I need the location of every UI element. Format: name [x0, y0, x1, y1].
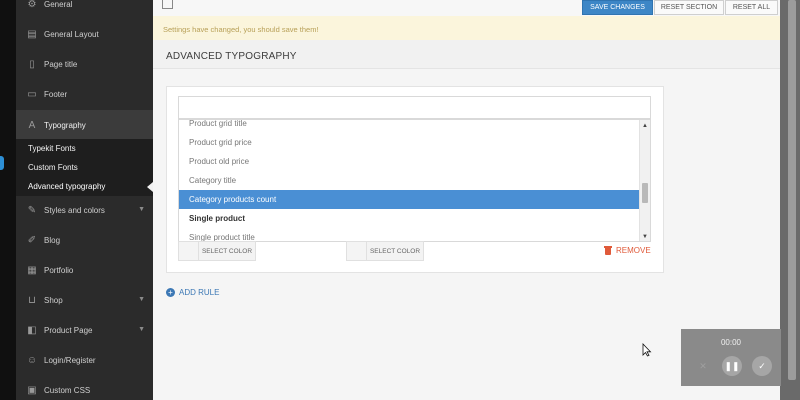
- sidebar-item-styles-and-colors[interactable]: ✎ Styles and colors ▼: [16, 195, 153, 225]
- page-title: ADVANCED TYPOGRAPHY: [166, 51, 297, 62]
- list-group-header: Single product: [189, 214, 245, 223]
- unsaved-notice: Settings have changed, you should save t…: [153, 16, 780, 40]
- list-item[interactable]: Product grid title: [179, 120, 641, 133]
- sidebar-item-label: Login/Register: [44, 355, 96, 365]
- color-picker-2[interactable]: SELECT COLOR: [346, 241, 424, 261]
- list-item-selected[interactable]: Category products count: [179, 190, 641, 209]
- sidebar-item-label: Shop: [44, 295, 63, 305]
- sidebar-item-blog[interactable]: ✐ Blog: [16, 225, 153, 255]
- sidebar-subitem-label: Custom Fonts: [28, 163, 78, 172]
- sidebar-item-label: General: [44, 0, 73, 9]
- layers-icon: ◧: [27, 324, 37, 336]
- recorder-timer: 00:00: [720, 338, 742, 347]
- document-icon: ▯: [29, 58, 35, 70]
- chevron-down-icon: ▼: [138, 206, 145, 213]
- remove-label: REMOVE: [616, 246, 651, 255]
- selector-dropdown-list[interactable]: Product grid title Product grid price Pr…: [178, 119, 651, 242]
- sidebar-item-label: Custom CSS: [44, 385, 91, 395]
- active-indicator: [0, 156, 4, 170]
- plus-icon: +: [166, 288, 175, 297]
- scroll-up-icon[interactable]: ▲: [642, 123, 648, 129]
- sidebar-item-general[interactable]: ⚙ General: [16, 0, 153, 19]
- sidebar-item-custom-css[interactable]: ▣ Custom CSS: [16, 375, 153, 400]
- sidebar-item-label: Product Page: [44, 325, 93, 335]
- sidebar-subitem-label: Typekit Fonts: [28, 144, 76, 153]
- sidebar-item-label: General Layout: [44, 29, 99, 39]
- select-color-button[interactable]: SELECT COLOR: [367, 242, 423, 260]
- pencil-icon: ✐: [27, 234, 37, 246]
- sidebar-item-product-page[interactable]: ◧ Product Page ▼: [16, 315, 153, 345]
- add-rule-label: ADD RULE: [179, 288, 220, 297]
- sidebar-item-typography[interactable]: A Typography: [16, 110, 153, 140]
- list-item[interactable]: Single product title: [179, 228, 641, 241]
- sidebar-item-label: Styles and colors: [44, 205, 105, 215]
- select-color-button[interactable]: SELECT COLOR: [199, 242, 255, 260]
- color-swatch[interactable]: [179, 242, 199, 260]
- selector-search-input[interactable]: [178, 96, 651, 119]
- sidebar-item-portfolio[interactable]: ▦ Portfolio: [16, 255, 153, 285]
- toolbar-icon[interactable]: [162, 0, 173, 9]
- code-icon: ▣: [27, 384, 37, 396]
- sidebar-item-label: Blog: [44, 235, 61, 245]
- sidebar-subitem-advanced-typography[interactable]: Advanced typography: [16, 177, 153, 196]
- font-icon: A: [28, 119, 36, 131]
- sidebar-item-footer[interactable]: ▭ Footer: [16, 79, 153, 109]
- reset-all-button[interactable]: RESET ALL: [725, 0, 778, 15]
- checkmark-icon[interactable]: ✓: [752, 356, 772, 376]
- sidebar-subitem-custom-fonts[interactable]: Custom Fonts: [16, 158, 153, 177]
- sidebar: ⚙ General ▤ General Layout ▯ Page title …: [16, 0, 153, 400]
- cancel-icon[interactable]: ✕: [693, 356, 713, 376]
- grid-icon: ▦: [27, 264, 37, 276]
- sidebar-item-page-title[interactable]: ▯ Page title: [16, 49, 153, 79]
- top-toolbar: SAVE CHANGES RESET SECTION RESET ALL: [153, 0, 780, 16]
- sidebar-item-general-layout[interactable]: ▤ General Layout: [16, 19, 153, 49]
- scrollbar-thumb[interactable]: [788, 0, 796, 380]
- add-rule-button[interactable]: + ADD RULE: [166, 288, 219, 297]
- list-item[interactable]: Product grid price: [179, 133, 641, 152]
- save-changes-button[interactable]: SAVE CHANGES: [582, 0, 653, 15]
- sidebar-item-label: Typography: [44, 120, 86, 130]
- chevron-down-icon: ▼: [138, 326, 145, 333]
- sidebar-item-label: Footer: [44, 89, 68, 99]
- list-item[interactable]: Product old price: [179, 152, 641, 171]
- monitor-icon: ▭: [27, 88, 37, 100]
- dropdown-scrollbar[interactable]: ▲ ▼: [639, 120, 650, 241]
- left-edge: [0, 0, 16, 400]
- color-swatch[interactable]: [347, 242, 367, 260]
- scrollbar-thumb[interactable]: [642, 183, 648, 203]
- sidebar-item-label: Portfolio: [44, 265, 74, 275]
- sidebar-item-login-register[interactable]: ☺ Login/Register: [16, 345, 153, 375]
- reset-section-button[interactable]: RESET SECTION: [654, 0, 724, 15]
- page-scrollbar[interactable]: [780, 0, 800, 400]
- layout-icon: ▤: [27, 28, 37, 40]
- pause-icon[interactable]: ❚❚: [722, 356, 742, 376]
- trash-icon: [604, 246, 612, 255]
- palette-icon: ✎: [27, 204, 37, 216]
- remove-rule-button[interactable]: REMOVE: [604, 246, 651, 255]
- sidebar-item-shop[interactable]: ⊔ Shop ▼: [16, 285, 153, 315]
- user-icon: ☺: [26, 354, 38, 366]
- chevron-down-icon: ▼: [138, 296, 145, 303]
- color-picker-1[interactable]: SELECT COLOR: [178, 241, 256, 261]
- list-item[interactable]: Category title: [179, 171, 641, 190]
- gear-icon: ⚙: [27, 0, 37, 10]
- sidebar-item-label: Page title: [44, 59, 78, 69]
- sidebar-subitem-typekit-fonts[interactable]: Typekit Fonts: [16, 139, 153, 158]
- scroll-down-icon[interactable]: ▼: [642, 234, 648, 240]
- divider: [153, 68, 780, 69]
- sidebar-subitem-label: Advanced typography: [28, 182, 106, 191]
- cart-icon: ⊔: [28, 294, 36, 306]
- mouse-cursor-icon: [642, 343, 652, 357]
- screen-recorder-widget: 00:00 ✕ ❚❚ ✓: [681, 329, 781, 386]
